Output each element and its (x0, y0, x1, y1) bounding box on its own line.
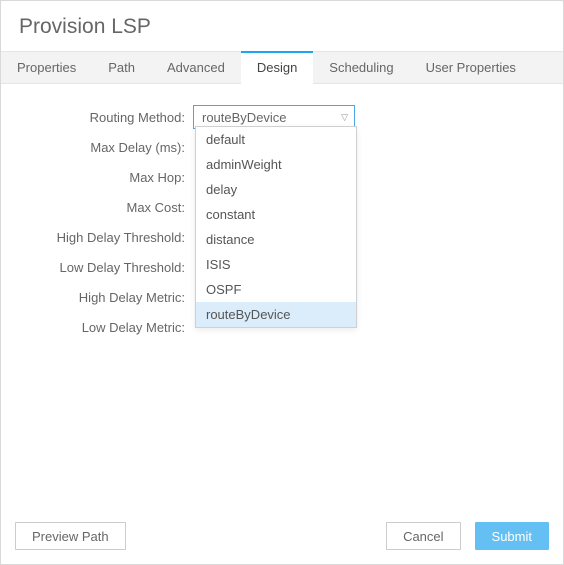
option-ospf[interactable]: OSPF (196, 277, 356, 302)
label-low-delay-threshold: Low Delay Threshold: (7, 260, 193, 275)
tab-advanced[interactable]: Advanced (151, 52, 241, 83)
option-distance[interactable]: distance (196, 227, 356, 252)
form-body: Routing Method: routeByDevice ▽ Max Dela… (1, 84, 563, 510)
tab-user-properties[interactable]: User Properties (410, 52, 532, 83)
tab-scheduling[interactable]: Scheduling (313, 52, 409, 83)
dropdown-routing-method[interactable]: default adminWeight delay constant dista… (195, 126, 357, 328)
option-default[interactable]: default (196, 127, 356, 152)
label-low-delay-metric: Low Delay Metric: (7, 320, 193, 335)
chevron-down-icon: ▽ (341, 113, 348, 122)
preview-path-button[interactable]: Preview Path (15, 522, 126, 550)
option-route-by-device[interactable]: routeByDevice (196, 302, 356, 327)
option-isis[interactable]: ISIS (196, 252, 356, 277)
provision-lsp-dialog: Provision LSP Properties Path Advanced D… (0, 0, 564, 565)
label-max-hop: Max Hop: (7, 170, 193, 185)
label-routing-method: Routing Method: (7, 110, 193, 125)
dialog-footer: Preview Path Cancel Submit (1, 510, 563, 564)
submit-button[interactable]: Submit (475, 522, 549, 550)
option-admin-weight[interactable]: adminWeight (196, 152, 356, 177)
label-high-delay-threshold: High Delay Threshold: (7, 230, 193, 245)
footer-right-group: Cancel Submit (386, 522, 549, 550)
dialog-title: Provision LSP (1, 1, 563, 51)
label-max-delay: Max Delay (ms): (7, 140, 193, 155)
cancel-button[interactable]: Cancel (386, 522, 460, 550)
label-max-cost: Max Cost: (7, 200, 193, 215)
tab-bar: Properties Path Advanced Design Scheduli… (1, 51, 563, 84)
tab-properties[interactable]: Properties (1, 52, 92, 83)
label-high-delay-metric: High Delay Metric: (7, 290, 193, 305)
option-delay[interactable]: delay (196, 177, 356, 202)
select-routing-method-value: routeByDevice (202, 110, 287, 125)
option-constant[interactable]: constant (196, 202, 356, 227)
tab-design[interactable]: Design (241, 52, 313, 83)
tab-path[interactable]: Path (92, 52, 151, 83)
